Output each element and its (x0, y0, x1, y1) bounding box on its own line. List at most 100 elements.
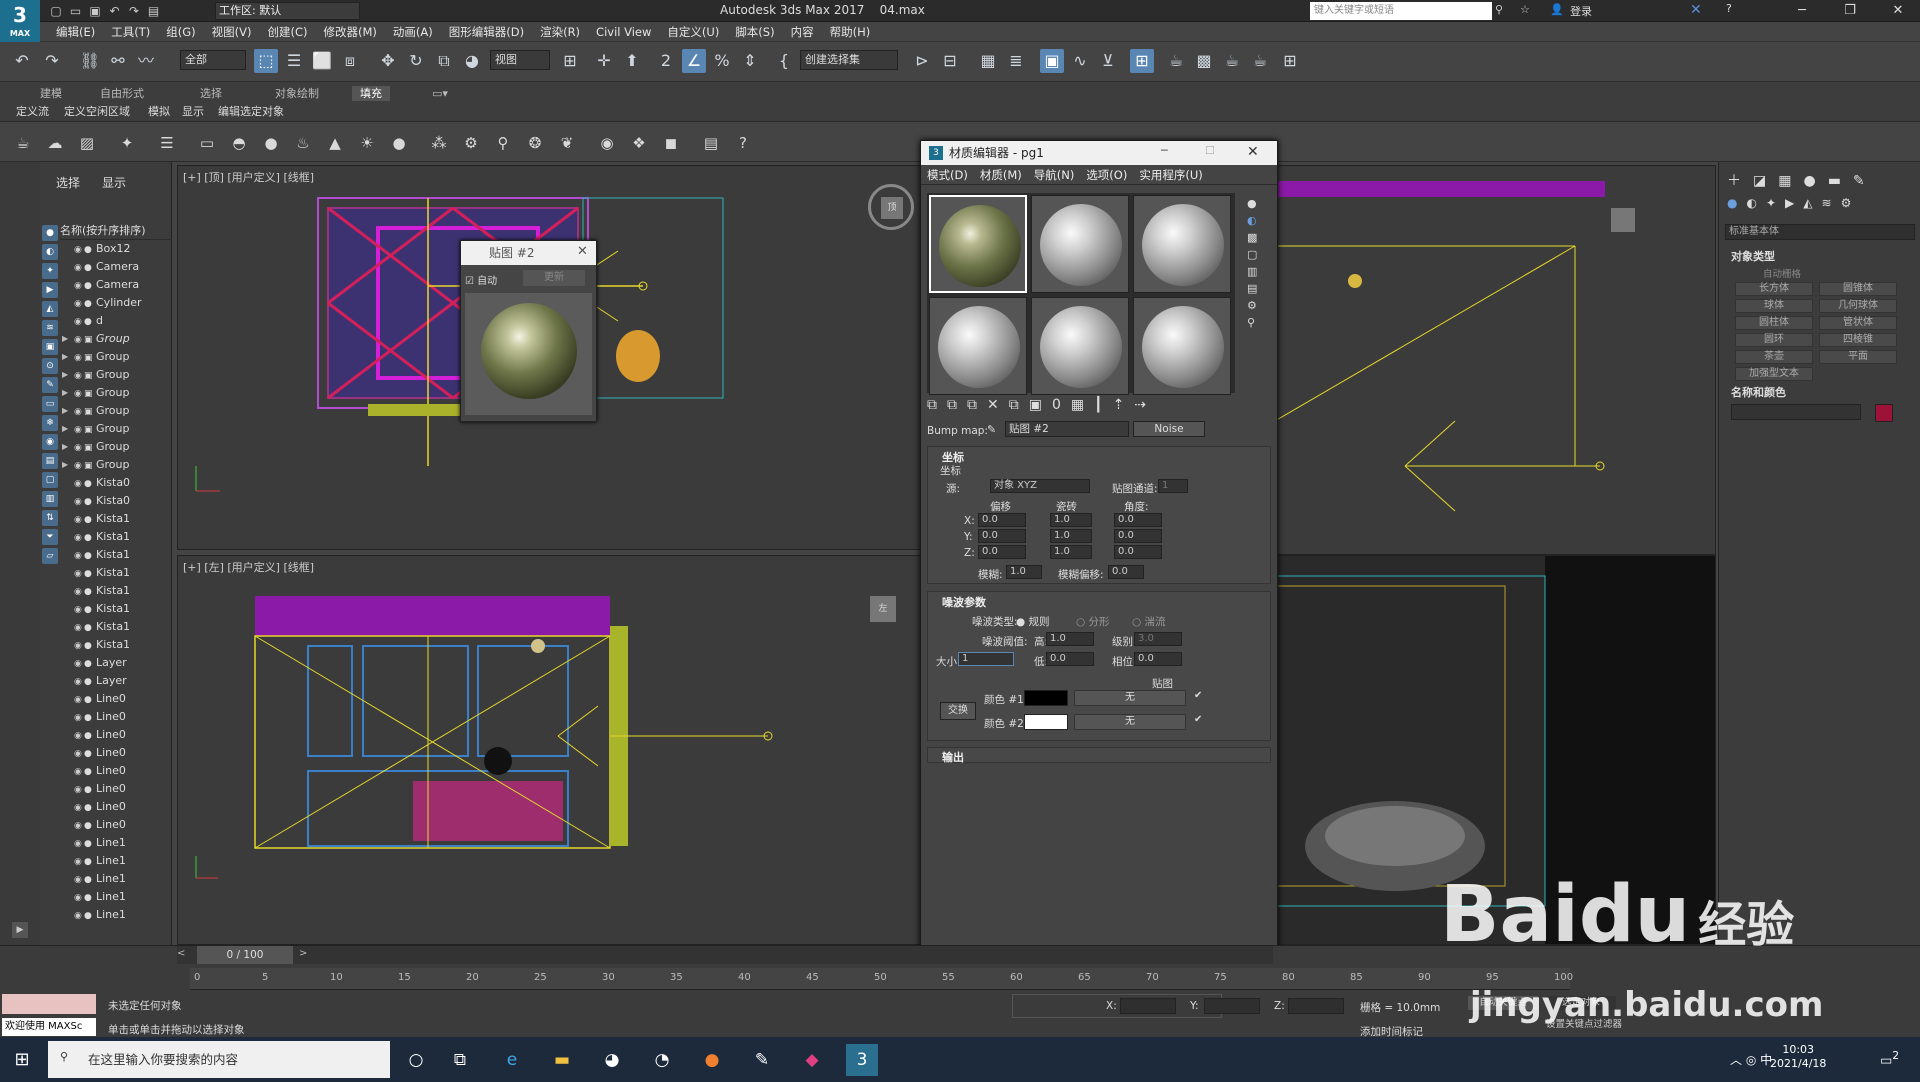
particle-icon[interactable]: ⁂ (428, 132, 450, 154)
motion-tab-icon[interactable]: ● (1803, 173, 1827, 189)
star-icon[interactable]: ☆ (1520, 3, 1530, 16)
filter-shapes-icon[interactable]: ◐ (42, 244, 58, 260)
go-forward-icon[interactable]: ⇢ (1134, 397, 1156, 413)
list-item[interactable]: ◉ ● Line0 (60, 708, 172, 726)
eye-icon[interactable]: ◉ (74, 241, 84, 258)
sphere-icon[interactable]: ● (260, 132, 282, 154)
snaps-toggle-icon[interactable]: 2 (654, 49, 678, 73)
select-manipulate-icon[interactable]: ✛ (592, 49, 616, 73)
eye-icon[interactable]: ◉ (74, 817, 84, 834)
teapot-primitive-icon[interactable]: ♨ (292, 132, 314, 154)
menu-tools[interactable]: 工具(T) (103, 22, 158, 42)
eye-icon[interactable]: ◉ (74, 673, 84, 690)
next-frame-icon[interactable]: > (299, 948, 307, 959)
select-by-name-icon[interactable]: ☰ (282, 49, 306, 73)
coord-z-field[interactable] (1288, 998, 1344, 1014)
video-color-icon[interactable]: ▥ (1247, 265, 1265, 278)
reference-coordinate-dropdown[interactable]: 视图 (490, 50, 550, 70)
menu-view[interactable]: 视图(V) (204, 22, 260, 42)
object-name-field[interactable] (1731, 404, 1861, 420)
expand-arrow-icon[interactable]: ▶ (62, 366, 68, 384)
map-preview-window[interactable]: 贴图 #2 ✕ ☑ 自动 更新 (460, 240, 597, 422)
me-menu-navigation[interactable]: 导航(N) (1028, 165, 1081, 185)
list-item[interactable]: ◉ ● Box12 (60, 240, 172, 258)
output-header[interactable]: 输出 (942, 749, 964, 765)
taskbar-search-input[interactable]: 在这里输入你要搜索的内容 (48, 1041, 390, 1078)
menu-help[interactable]: 帮助(H) (822, 22, 879, 42)
mirror-icon[interactable]: ⊳ (910, 49, 934, 73)
coord-y-field[interactable] (1204, 998, 1260, 1014)
low-spinner[interactable]: 0.0 (1046, 652, 1094, 666)
tiling-x[interactable]: 1.0 (1050, 513, 1092, 527)
ribbon-define-flows[interactable]: 定义流 (16, 104, 49, 120)
undo-icon[interactable]: ↶ (10, 49, 34, 73)
me-menu-material[interactable]: 材质(M) (974, 165, 1028, 185)
time-slider[interactable]: < 0 / 100 > (177, 946, 1273, 964)
render-production-icon[interactable]: ☕ (1220, 49, 1244, 73)
expand-arrow-icon[interactable]: ▶ (62, 456, 68, 474)
list-item[interactable]: ◉ ● Layer (60, 654, 172, 672)
eye-icon[interactable]: ◉ (74, 781, 84, 798)
edge-icon[interactable]: e (496, 1044, 528, 1076)
color1-swatch[interactable] (1024, 690, 1068, 706)
camera-icon[interactable]: ☰ (156, 132, 178, 154)
properties-icon[interactable]: ▤ (700, 132, 722, 154)
binoculars-icon[interactable]: ⚲ (1495, 3, 1503, 16)
helpers-category-icon[interactable]: ◭ (1803, 196, 1821, 210)
list-item[interactable]: ◉ ● Line0 (60, 726, 172, 744)
rotate-icon[interactable]: ↻ (404, 49, 428, 73)
eye-icon[interactable]: ◉ (74, 583, 84, 600)
phase-spinner[interactable]: 0.0 (1134, 652, 1182, 666)
close-icon[interactable]: ✕ (1878, 0, 1918, 22)
high-spinner[interactable]: 1.0 (1046, 632, 1094, 646)
eye-icon[interactable]: ◉ (74, 727, 84, 744)
redo-icon[interactable]: ↷ (40, 49, 64, 73)
expand-arrow-icon[interactable]: ▶ (12, 922, 28, 938)
autogrid-checkbox[interactable]: 自动栅格 (1763, 266, 1801, 280)
options-icon[interactable]: ⚙ (1247, 299, 1265, 312)
sample-slot-1[interactable] (929, 195, 1027, 293)
expand-arrow-icon[interactable]: ▶ (62, 348, 68, 366)
list-item[interactable]: ◉ ● Line0 (60, 816, 172, 834)
cloud-icon[interactable]: ☁ (44, 132, 66, 154)
eye-icon[interactable]: ◉ (74, 853, 84, 870)
make-preview-icon[interactable]: ▤ (1247, 282, 1265, 295)
primitive-button[interactable]: 圆锥体 (1819, 282, 1897, 296)
list-item[interactable]: ◉ ● Kista0 (60, 492, 172, 510)
eye-icon[interactable]: ◉ (74, 907, 84, 924)
auto-checkbox[interactable]: ☑ 自动 (465, 272, 497, 287)
teapot-icon[interactable]: ☕ (12, 132, 34, 154)
color1-map-button[interactable]: 无 (1074, 690, 1186, 706)
palette-icon[interactable]: ❖ (628, 132, 650, 154)
toggle-ribbon-icon[interactable]: ▣ (1040, 49, 1064, 73)
minimize-icon[interactable]: ─ (1782, 0, 1822, 22)
list-item[interactable]: ◉ ● Line1 (60, 870, 172, 888)
maxscript-listener-mini[interactable] (2, 994, 96, 1014)
link-icon[interactable]: ⛓ (78, 49, 102, 73)
viewport-left[interactable]: [+] [左] [用户定义] [线框] 左 (177, 555, 922, 945)
list-item[interactable]: ◉ ● Line1 (60, 888, 172, 906)
eye-icon[interactable]: ◉ (74, 403, 84, 420)
eye-icon[interactable]: ◉ (74, 385, 84, 402)
layer-explorer-icon[interactable]: ≣ (1004, 49, 1028, 73)
show-in-viewport-icon[interactable]: ▦ (1071, 397, 1094, 413)
tab-modeling[interactable]: 建模 (40, 86, 62, 101)
offset-z[interactable]: 0.0 (978, 545, 1026, 559)
ribbon-define-idle-areas[interactable]: 定义空闲区域 (64, 104, 130, 120)
primitive-button[interactable]: 几何球体 (1819, 299, 1897, 313)
list-item[interactable]: ▶ ◉ ▣ Group (60, 366, 172, 384)
primitive-button[interactable]: 加强型文本 (1735, 367, 1813, 381)
list-item[interactable]: ◉ ● Line0 (60, 762, 172, 780)
color2-swatch[interactable] (1024, 714, 1068, 730)
list-item[interactable]: ◉ ● Line0 (60, 690, 172, 708)
cortana-icon[interactable]: ○ (400, 1044, 432, 1076)
schematic-view-icon[interactable]: ⊻ (1096, 49, 1120, 73)
menu-edit[interactable]: 编辑(E) (48, 22, 103, 42)
prev-frame-icon[interactable]: < (177, 948, 185, 959)
primitive-button[interactable]: 圆环 (1735, 333, 1813, 347)
eye-icon[interactable]: ◉ (74, 349, 84, 366)
primitive-button[interactable]: 平面 (1819, 350, 1897, 364)
map-type-button[interactable]: Noise (1133, 421, 1205, 437)
viewcube-perspective[interactable] (1611, 208, 1635, 232)
list-item[interactable]: ◉ ● Line0 (60, 780, 172, 798)
